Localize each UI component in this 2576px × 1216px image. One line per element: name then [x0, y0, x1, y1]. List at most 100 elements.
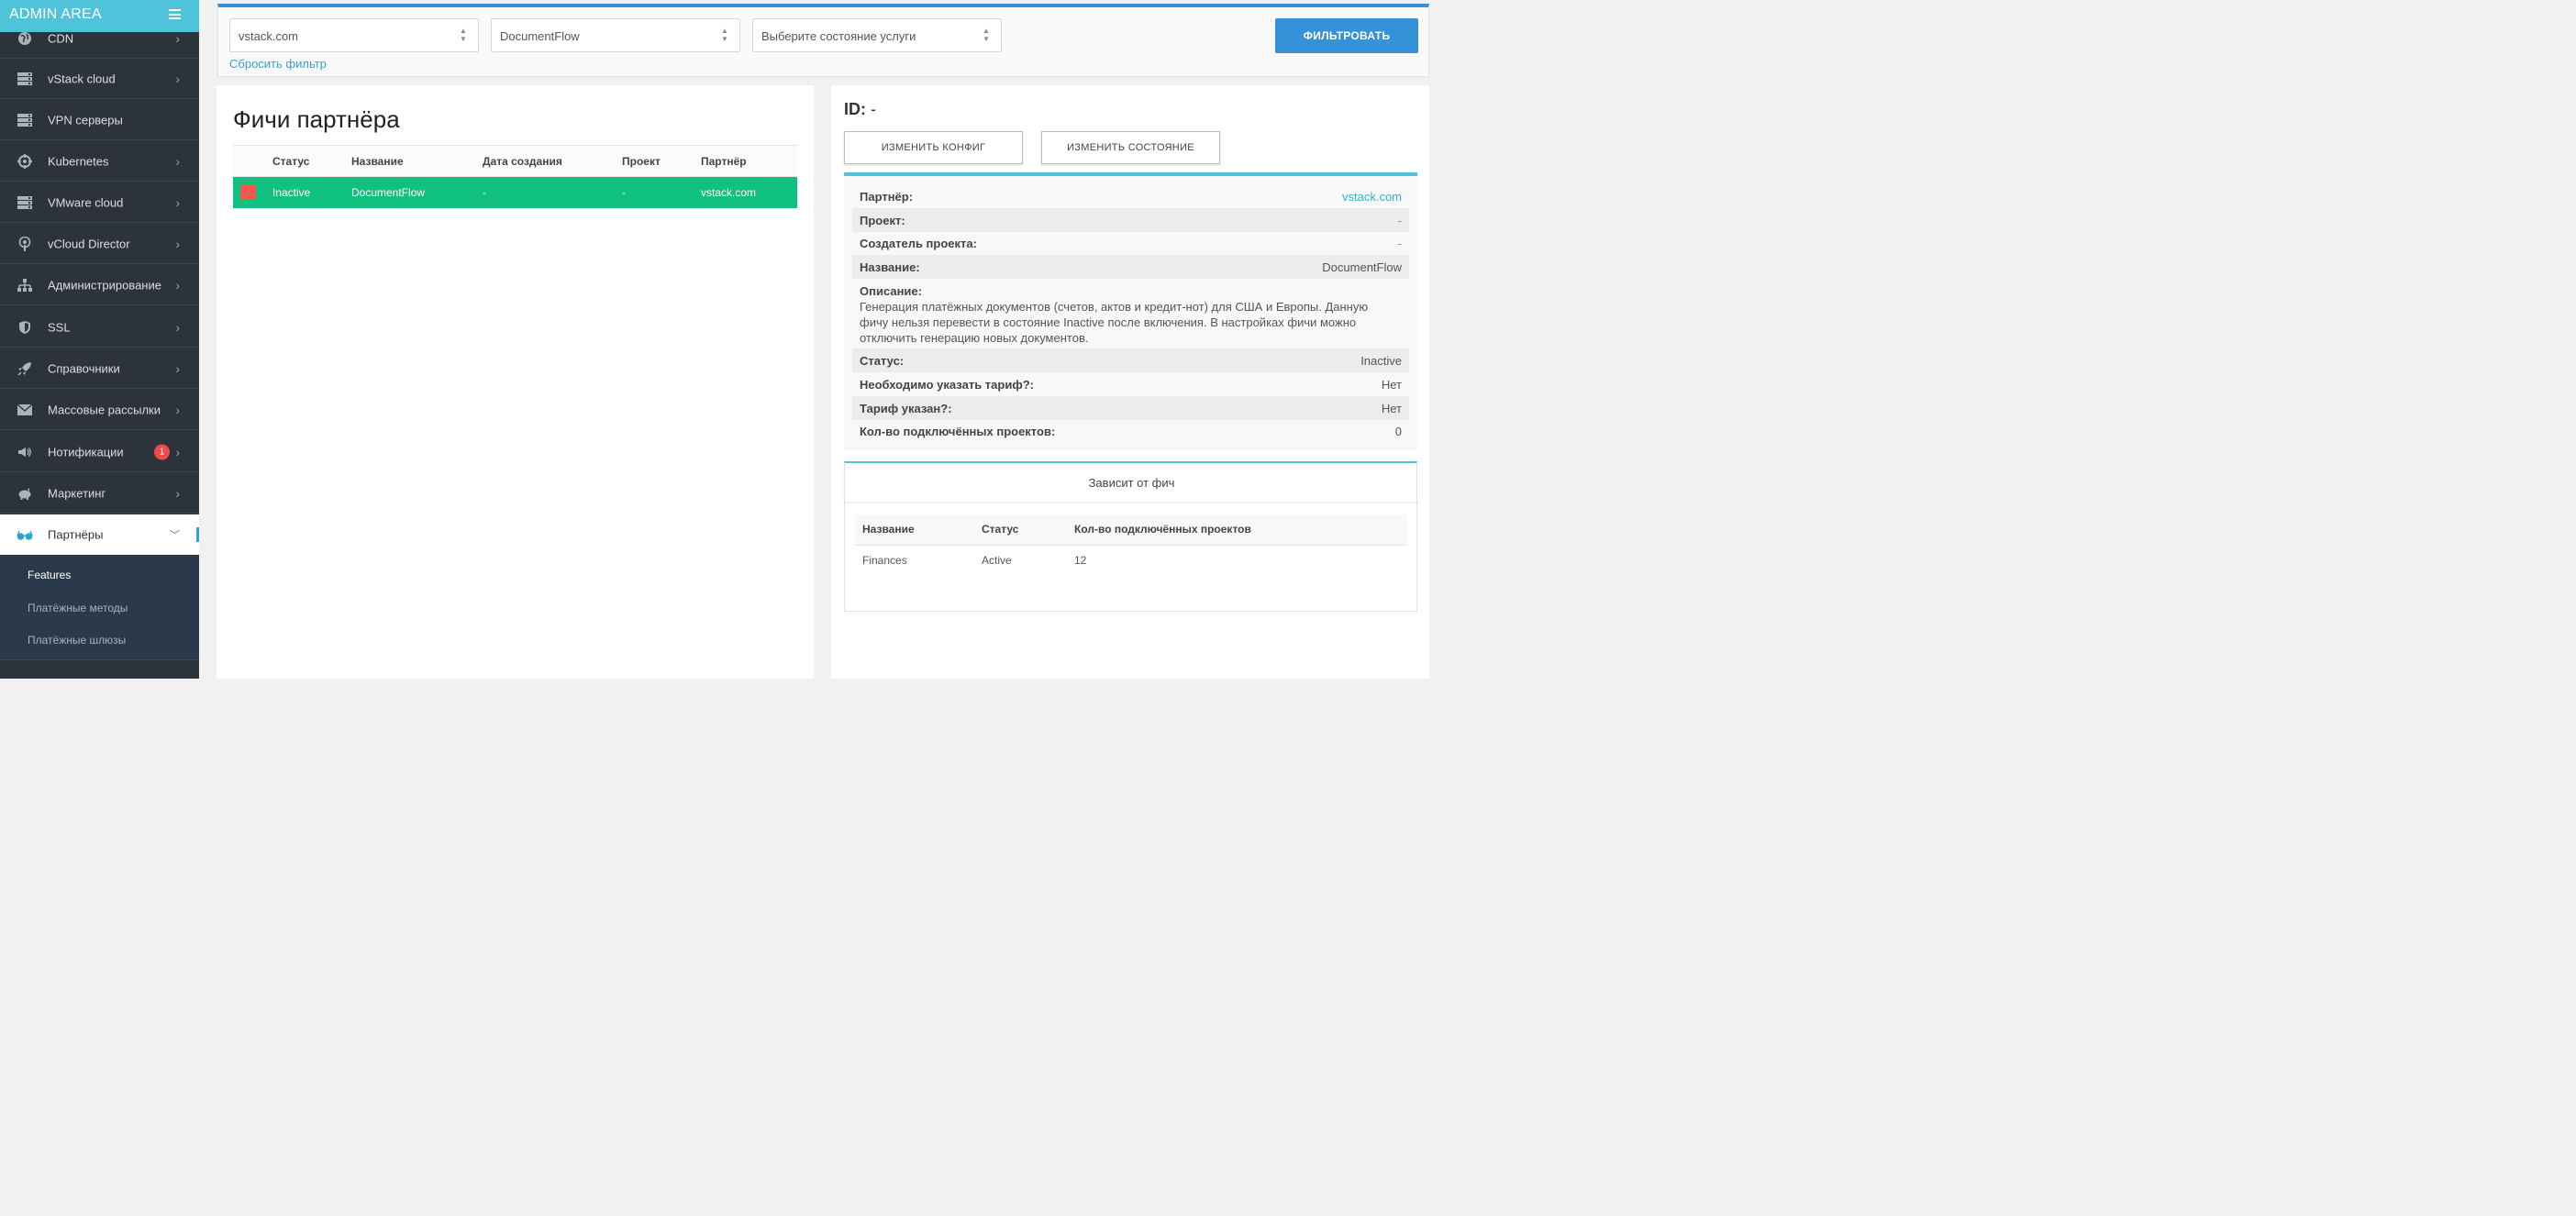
- dependencies-table: Название Статус Кол-во подключённых прое…: [855, 514, 1407, 575]
- chevron-down-icon: ﹀: [170, 530, 180, 541]
- submenu-item-label: Платёжные шлюзы: [28, 634, 127, 647]
- partner-link[interactable]: vstack.com: [1342, 190, 1402, 204]
- podcast-icon: [18, 236, 31, 251]
- partner-select[interactable]: vstack.com ▲ ▼: [229, 18, 479, 52]
- chevron-right-icon: ›: [175, 360, 180, 376]
- sidebar-item-references[interactable]: Справочники ›: [0, 348, 199, 389]
- feature-select-value: DocumentFlow: [500, 29, 580, 43]
- shield-icon: [19, 320, 30, 334]
- megaphone-icon: [18, 447, 31, 457]
- feature-details-panel: ID: - ИЗМЕНИТЬ КОНФИГ ИЗМЕНИТЬ СОСТОЯНИЕ…: [831, 85, 1429, 679]
- detail-row-partner: Партнёр: vstack.com: [852, 184, 1409, 208]
- feature-select[interactable]: DocumentFlow ▲ ▼: [491, 18, 740, 52]
- dep-col-status: Статус: [974, 514, 1067, 546]
- status-marker-cell: [233, 176, 272, 208]
- sidebar-item-label: Партнёры: [48, 527, 104, 542]
- detail-row-tariff-required: Необходимо указать тариф?: Нет: [852, 372, 1409, 396]
- detail-value: Inactive: [1360, 354, 1402, 368]
- sidebar-item-label: CDN: [48, 31, 74, 45]
- server-icon: [17, 195, 32, 209]
- sidebar-item-label: vCloud Director: [48, 237, 130, 250]
- id-value: -: [871, 100, 877, 118]
- dependencies-box: Зависит от фич Название Статус Кол-во по…: [844, 461, 1417, 612]
- table-header-row: Статус Название Дата создания Проект Пар…: [233, 145, 797, 177]
- sidebar-item-label: VMware cloud: [48, 195, 124, 209]
- details-box: Партнёр: vstack.com Проект: - Создатель …: [844, 172, 1417, 450]
- select-arrows-icon: ▲ ▼: [983, 27, 990, 43]
- change-state-button[interactable]: ИЗМЕНИТЬ СОСТОЯНИЕ: [1041, 131, 1220, 164]
- id-label: ID:: [844, 100, 866, 118]
- sidebar-item-vcloud[interactable]: vCloud Director ›: [0, 224, 199, 264]
- sidebar-item-administration[interactable]: Администрирование ›: [0, 265, 199, 305]
- notification-count-badge: 1: [154, 444, 170, 459]
- col-status[interactable]: Статус: [272, 145, 351, 177]
- sidebar-item-label: VPN серверы: [48, 113, 123, 127]
- globe-icon: [18, 31, 31, 45]
- detail-key: Название:: [860, 260, 920, 274]
- envelope-icon: [17, 403, 32, 415]
- filter-button[interactable]: ФИЛЬТРОВАТЬ: [1275, 18, 1418, 53]
- table-row[interactable]: Inactive DocumentFlow - - vstack.com: [233, 176, 797, 208]
- detail-key: Проект:: [860, 214, 905, 227]
- chevron-right-icon: ›: [175, 319, 180, 335]
- sidebar-item-label: Маркетинг: [48, 486, 106, 500]
- table-row[interactable]: Finances Active 12: [855, 545, 1407, 575]
- col-created[interactable]: Дата создания: [483, 145, 622, 177]
- sidebar-item-marketing[interactable]: Маркетинг ›: [0, 473, 199, 514]
- dep-cell-count: 12: [1074, 553, 1087, 567]
- server-icon: [17, 113, 32, 127]
- sidebar-header: ADMIN AREA: [0, 0, 199, 32]
- chevron-right-icon: ›: [175, 71, 180, 86]
- detail-row-creator: Создатель проекта: -: [852, 231, 1409, 255]
- dep-cell-name: Finances: [862, 553, 907, 567]
- dep-col-count: Кол-во подключённых проектов: [1067, 514, 1407, 546]
- project-link[interactable]: -: [1398, 214, 1402, 227]
- chevron-right-icon: ›: [175, 236, 180, 251]
- chevron-right-icon: ›: [175, 402, 180, 417]
- detail-row-status: Статус: Inactive: [852, 348, 1409, 372]
- creator-link[interactable]: -: [1398, 237, 1402, 250]
- sidebar-item-notifications[interactable]: Нотификации 1 ›: [0, 432, 199, 472]
- sidebar-item-label: Массовые рассылки: [48, 403, 161, 416]
- sidebar-item-ssl[interactable]: SSL ›: [0, 307, 199, 348]
- sidebar-item-vmware[interactable]: VMware cloud ›: [0, 182, 199, 223]
- features-table: Статус Название Дата создания Проект Пар…: [233, 145, 797, 208]
- server-icon: [17, 72, 32, 85]
- detail-key: Тариф указан?:: [860, 402, 952, 415]
- sidebar-item-vpn[interactable]: VPN серверы: [0, 100, 199, 140]
- detail-value: DocumentFlow: [1322, 260, 1402, 274]
- sidebar-item-vstack-cloud[interactable]: vStack cloud ›: [0, 59, 199, 99]
- state-select[interactable]: Выберите состояние услуги ▲ ▼: [752, 18, 1002, 52]
- partner-select-value: vstack.com: [239, 29, 299, 43]
- detail-row-projects-count: Кол-во подключённых проектов: 0: [852, 419, 1409, 443]
- col-name[interactable]: Название: [351, 145, 483, 177]
- chevron-right-icon: ›: [175, 153, 180, 169]
- sidebar-item-partners[interactable]: Партнёры ﹀: [0, 514, 199, 555]
- helm-icon: [17, 153, 32, 169]
- select-arrows-icon: ▲ ▼: [460, 27, 467, 43]
- page-title: Фичи партнёра: [233, 105, 400, 133]
- col-project[interactable]: Проект: [622, 145, 701, 177]
- detail-row-tariff-set: Тариф указан?: Нет: [852, 396, 1409, 420]
- sidebar-item-label: Справочники: [48, 361, 120, 375]
- sidebar-item-label: Администрирование: [48, 278, 161, 292]
- chevron-right-icon: ›: [175, 485, 180, 501]
- change-config-button[interactable]: ИЗМЕНИТЬ КОНФИГ: [844, 131, 1023, 164]
- dep-cell-status: Active: [982, 553, 1012, 567]
- feature-id: ID: -: [844, 100, 876, 119]
- sidebar-item-kubernetes[interactable]: Kubernetes ›: [0, 141, 199, 182]
- sidebar-item-mass-mailing[interactable]: Массовые рассылки ›: [0, 390, 199, 430]
- hamburger-menu-icon[interactable]: [169, 9, 181, 19]
- features-panel: Фичи партнёра Статус Название Дата созда…: [217, 85, 814, 679]
- chevron-right-icon: ›: [175, 277, 180, 293]
- reset-filter-link[interactable]: Сбросить фильтр: [229, 57, 327, 71]
- detail-key: Статус:: [860, 354, 905, 368]
- col-partner[interactable]: Партнёр: [701, 145, 797, 177]
- sidebar-item-label: SSL: [48, 320, 71, 334]
- dep-col-name: Название: [855, 514, 974, 546]
- detail-row-project: Проект: -: [852, 208, 1409, 232]
- detail-key: Кол-во подключённых проектов:: [860, 425, 1056, 438]
- inactive-status-square: [240, 184, 256, 201]
- dependencies-title: Зависит от фич: [1088, 476, 1175, 490]
- detail-key: Описание:: [860, 284, 922, 298]
